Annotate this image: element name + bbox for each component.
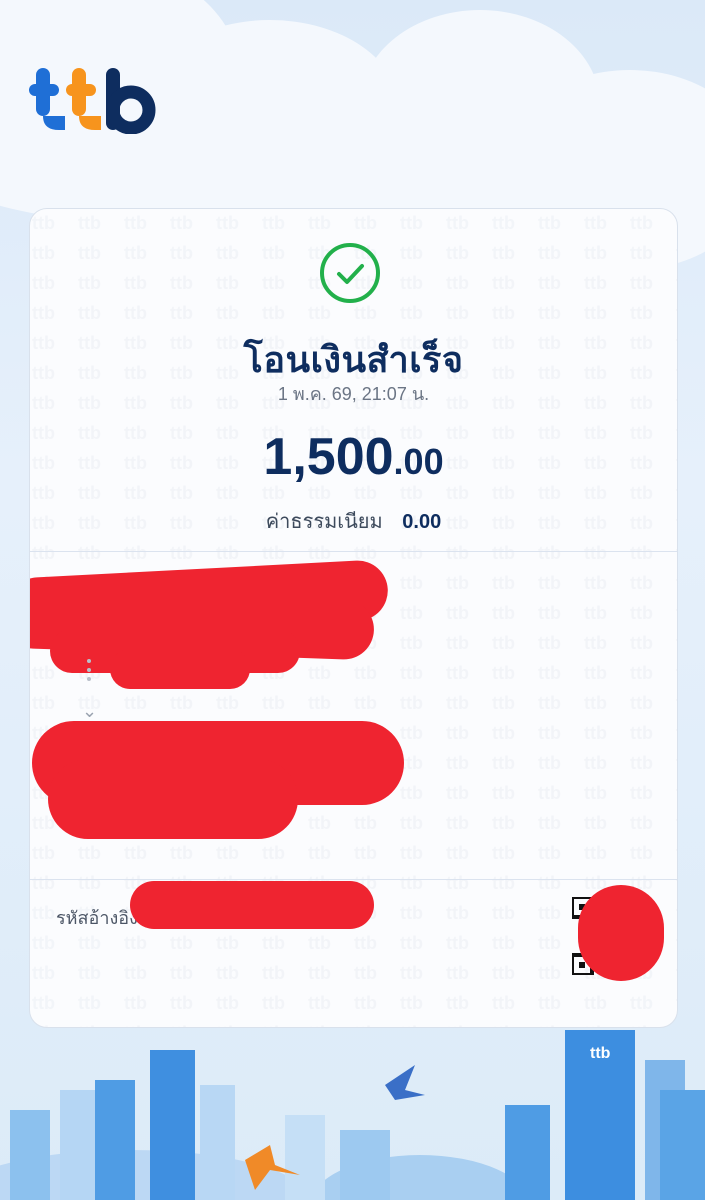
amount-decimal: .00: [393, 441, 444, 482]
fee-row: ค่าธรรมเนียม 0.00: [30, 505, 677, 537]
city-skyline-illustration: ttb: [0, 1030, 705, 1200]
fee-label: ค่าธรรมเนียม: [265, 511, 383, 533]
divider-top: [30, 551, 677, 552]
ttb-logo: ttb: [29, 68, 156, 134]
receipt-card: ttb โอนเงินสำเร็จ 1 พ.ค. 69, 21:07 น. 1,…: [29, 208, 678, 1028]
fee-value: 0.00: [402, 511, 442, 533]
building-logo: ttb: [590, 1045, 611, 1062]
success-check-icon: [320, 243, 380, 303]
transfer-amount: 1,500.00: [30, 427, 677, 487]
transfer-flow-dots: [87, 654, 93, 686]
transaction-datetime: 1 พ.ค. 69, 21:07 น.: [277, 384, 430, 404]
amount-integer: 1,500: [263, 428, 394, 486]
reference-label: รหัสอ้างอิง: [56, 908, 138, 928]
qr-redacted: [578, 885, 664, 981]
divider-bottom: [30, 879, 677, 880]
chevron-down-icon: ⌄: [82, 701, 98, 721]
reference-redacted: [130, 881, 374, 929]
